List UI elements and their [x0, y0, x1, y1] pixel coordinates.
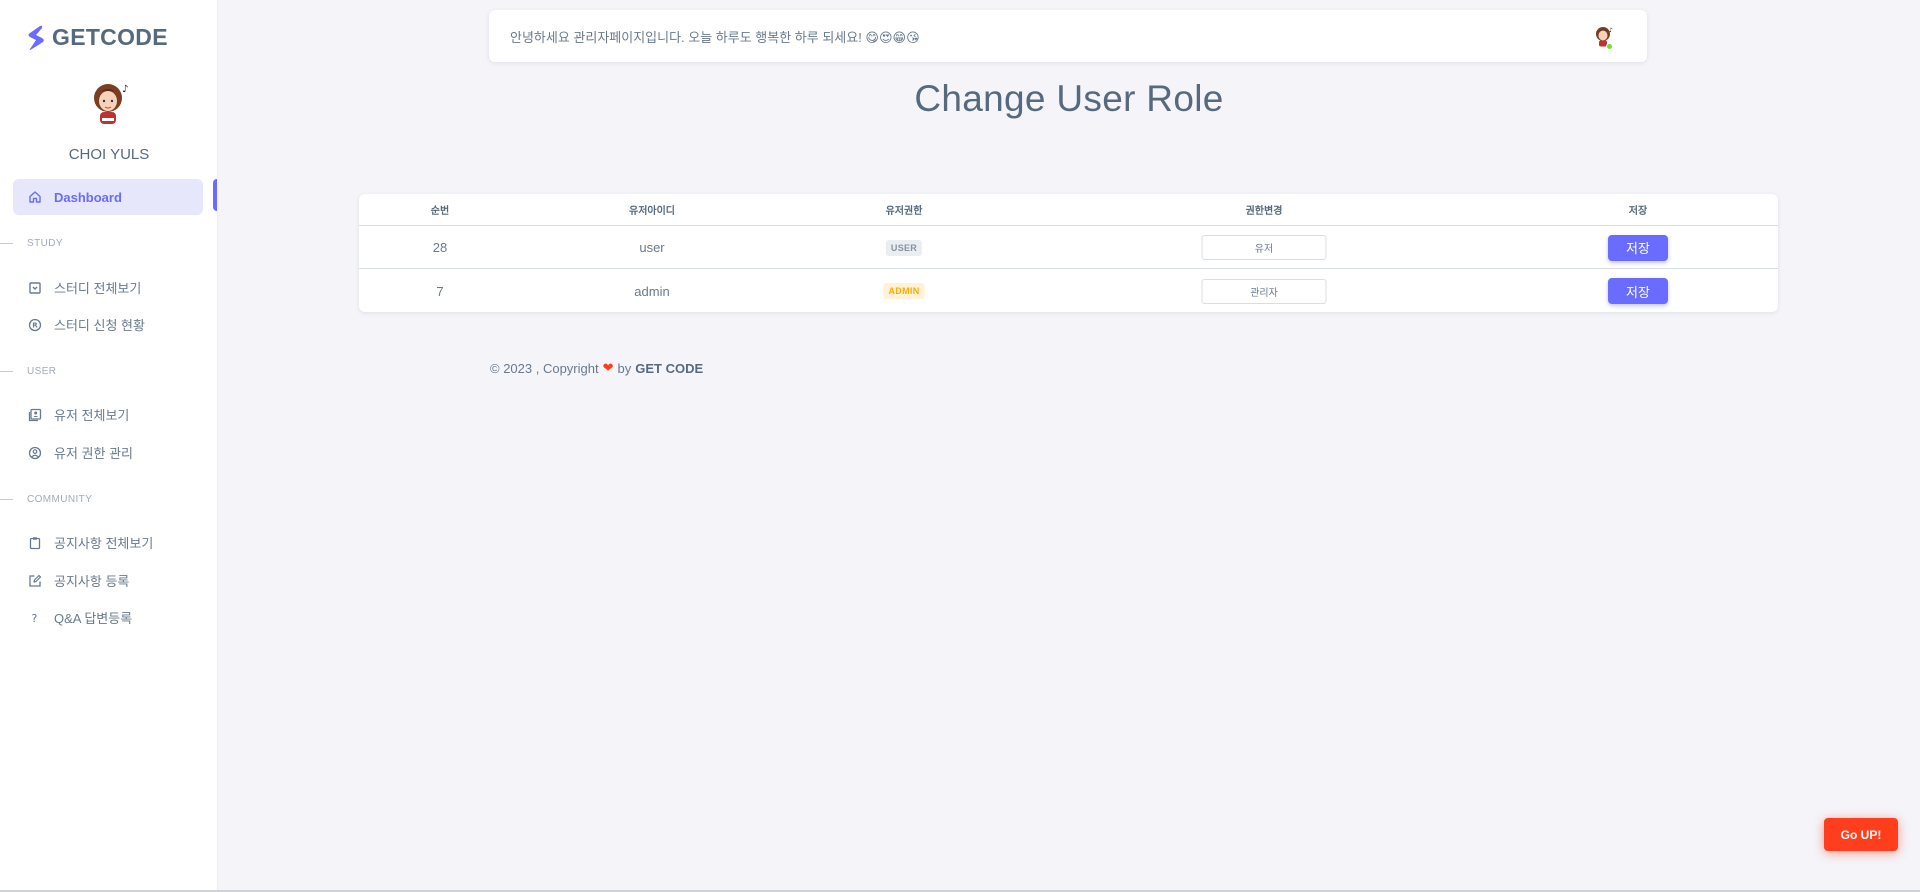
user-role-table: 순번 유저아이디 유저권한 권한변경 저장 28 user USER 유저 저장…	[359, 194, 1778, 312]
page-title: Change User Role	[914, 78, 1224, 119]
brand-name: GETCODE	[52, 24, 168, 50]
box-icon	[28, 281, 42, 295]
footer: © 2023 , Copyright ❤ by GET CODE	[490, 360, 703, 376]
sidebar-item-study-apply[interactable]: R 스터디 신청 현황	[28, 315, 145, 334]
role-badge-cell: ADMIN	[883, 270, 925, 312]
role-badge-cell: USER	[885, 227, 923, 268]
sidebar-item-label: 공지사항 전체보기	[54, 536, 154, 551]
table-row: 7 admin ADMIN 관리자 저장	[359, 270, 1778, 312]
profile-avatar: ♪	[94, 84, 128, 124]
column-header: 순번	[430, 206, 450, 217]
heart-icon: ❤	[602, 360, 614, 375]
copyright-text: © 2023 , Copyright	[490, 360, 599, 376]
role-badge: ADMIN	[883, 283, 925, 299]
role-select-cell: 유저	[1201, 227, 1327, 268]
column-header: 권한변경	[1245, 206, 1283, 217]
footer-by: by	[617, 360, 632, 376]
save-cell: 저장	[1608, 270, 1668, 312]
sidebar-item-label: Dashboard	[54, 189, 122, 205]
edit-icon	[28, 574, 42, 588]
role-select[interactable]: 유저	[1201, 235, 1327, 260]
save-button[interactable]: 저장	[1608, 278, 1668, 304]
footer-brand-link[interactable]: GET CODE	[635, 361, 703, 376]
home-icon	[28, 190, 42, 204]
column-header: 유저권한	[885, 206, 923, 217]
sidebar-item-notice-new[interactable]: 공지사항 등록	[28, 571, 129, 590]
user-id: admin	[634, 283, 670, 299]
row-number: 28	[432, 240, 448, 255]
section-header-study: STUDY	[0, 238, 63, 249]
role-select-cell: 관리자	[1201, 270, 1327, 312]
sidebar-item-user-role[interactable]: 유저 권한 관리	[28, 443, 133, 462]
section-header-community: COMMUNITY	[0, 494, 92, 505]
svg-text:♪: ♪	[122, 84, 128, 95]
sidebar-item-label: 유저 전체보기	[54, 408, 130, 423]
sidebar-item-dashboard[interactable]: Dashboard	[13, 179, 203, 215]
user-circle-icon	[28, 446, 42, 460]
role-select[interactable]: 관리자	[1201, 278, 1327, 304]
column-header: 유저아이디	[629, 206, 675, 217]
greeting-text: 안녕하세요 관리자페이지입니다. 오늘 하루도 행복한 하루 되세요! 😋😍😁😘	[510, 30, 920, 45]
active-indicator	[213, 179, 217, 211]
registered-icon: R	[28, 318, 42, 332]
column-header: 저장	[1628, 206, 1648, 217]
profile-name: CHOI YULS	[68, 146, 150, 163]
svg-text:♪: ♪	[1609, 27, 1613, 34]
save-button[interactable]: 저장	[1608, 234, 1668, 261]
save-cell: 저장	[1608, 227, 1668, 268]
sidebar-item-qna[interactable]: ? Q&A 답변등록	[28, 608, 133, 627]
top-navbar: 안녕하세요 관리자페이지입니다. 오늘 하루도 행복한 하루 되세요! 😋😍😁😘…	[489, 10, 1647, 62]
clipboard-icon	[28, 536, 42, 550]
user-id: user	[639, 240, 665, 255]
role-badge: USER	[885, 239, 923, 256]
table-row: 28 user USER 유저 저장	[359, 227, 1778, 269]
question-icon: ?	[28, 611, 42, 625]
online-status-dot	[1606, 43, 1613, 50]
row-number: 7	[436, 283, 444, 299]
user-list-icon	[28, 408, 42, 422]
section-header-user: USER	[0, 366, 56, 377]
sidebar-item-study-all[interactable]: 스터디 전체보기	[28, 278, 141, 297]
brand[interactable]: GETCODE	[26, 24, 168, 51]
svg-text:?: ?	[32, 612, 38, 625]
sidebar-item-label: 스터디 전체보기	[54, 281, 142, 296]
table-header: 순번 유저아이디 유저권한 권한변경 저장	[359, 194, 1778, 226]
sidebar-item-label: 스터디 신청 현황	[54, 318, 145, 333]
brand-logo-icon	[28, 25, 44, 50]
sidebar-item-label: 유저 권한 관리	[54, 446, 133, 461]
svg-text:R: R	[32, 321, 38, 329]
sidebar-item-user-all[interactable]: 유저 전체보기	[28, 405, 129, 424]
sidebar: GETCODE ♪ CHOI YULS Dashboard STUDY 스터디 …	[0, 0, 218, 892]
sidebar-item-label: 공지사항 등록	[54, 574, 130, 589]
sidebar-item-label: Q&A 답변등록	[54, 611, 133, 626]
sidebar-item-notice-all[interactable]: 공지사항 전체보기	[28, 533, 153, 552]
go-up-button[interactable]: Go UP!	[1824, 818, 1898, 851]
